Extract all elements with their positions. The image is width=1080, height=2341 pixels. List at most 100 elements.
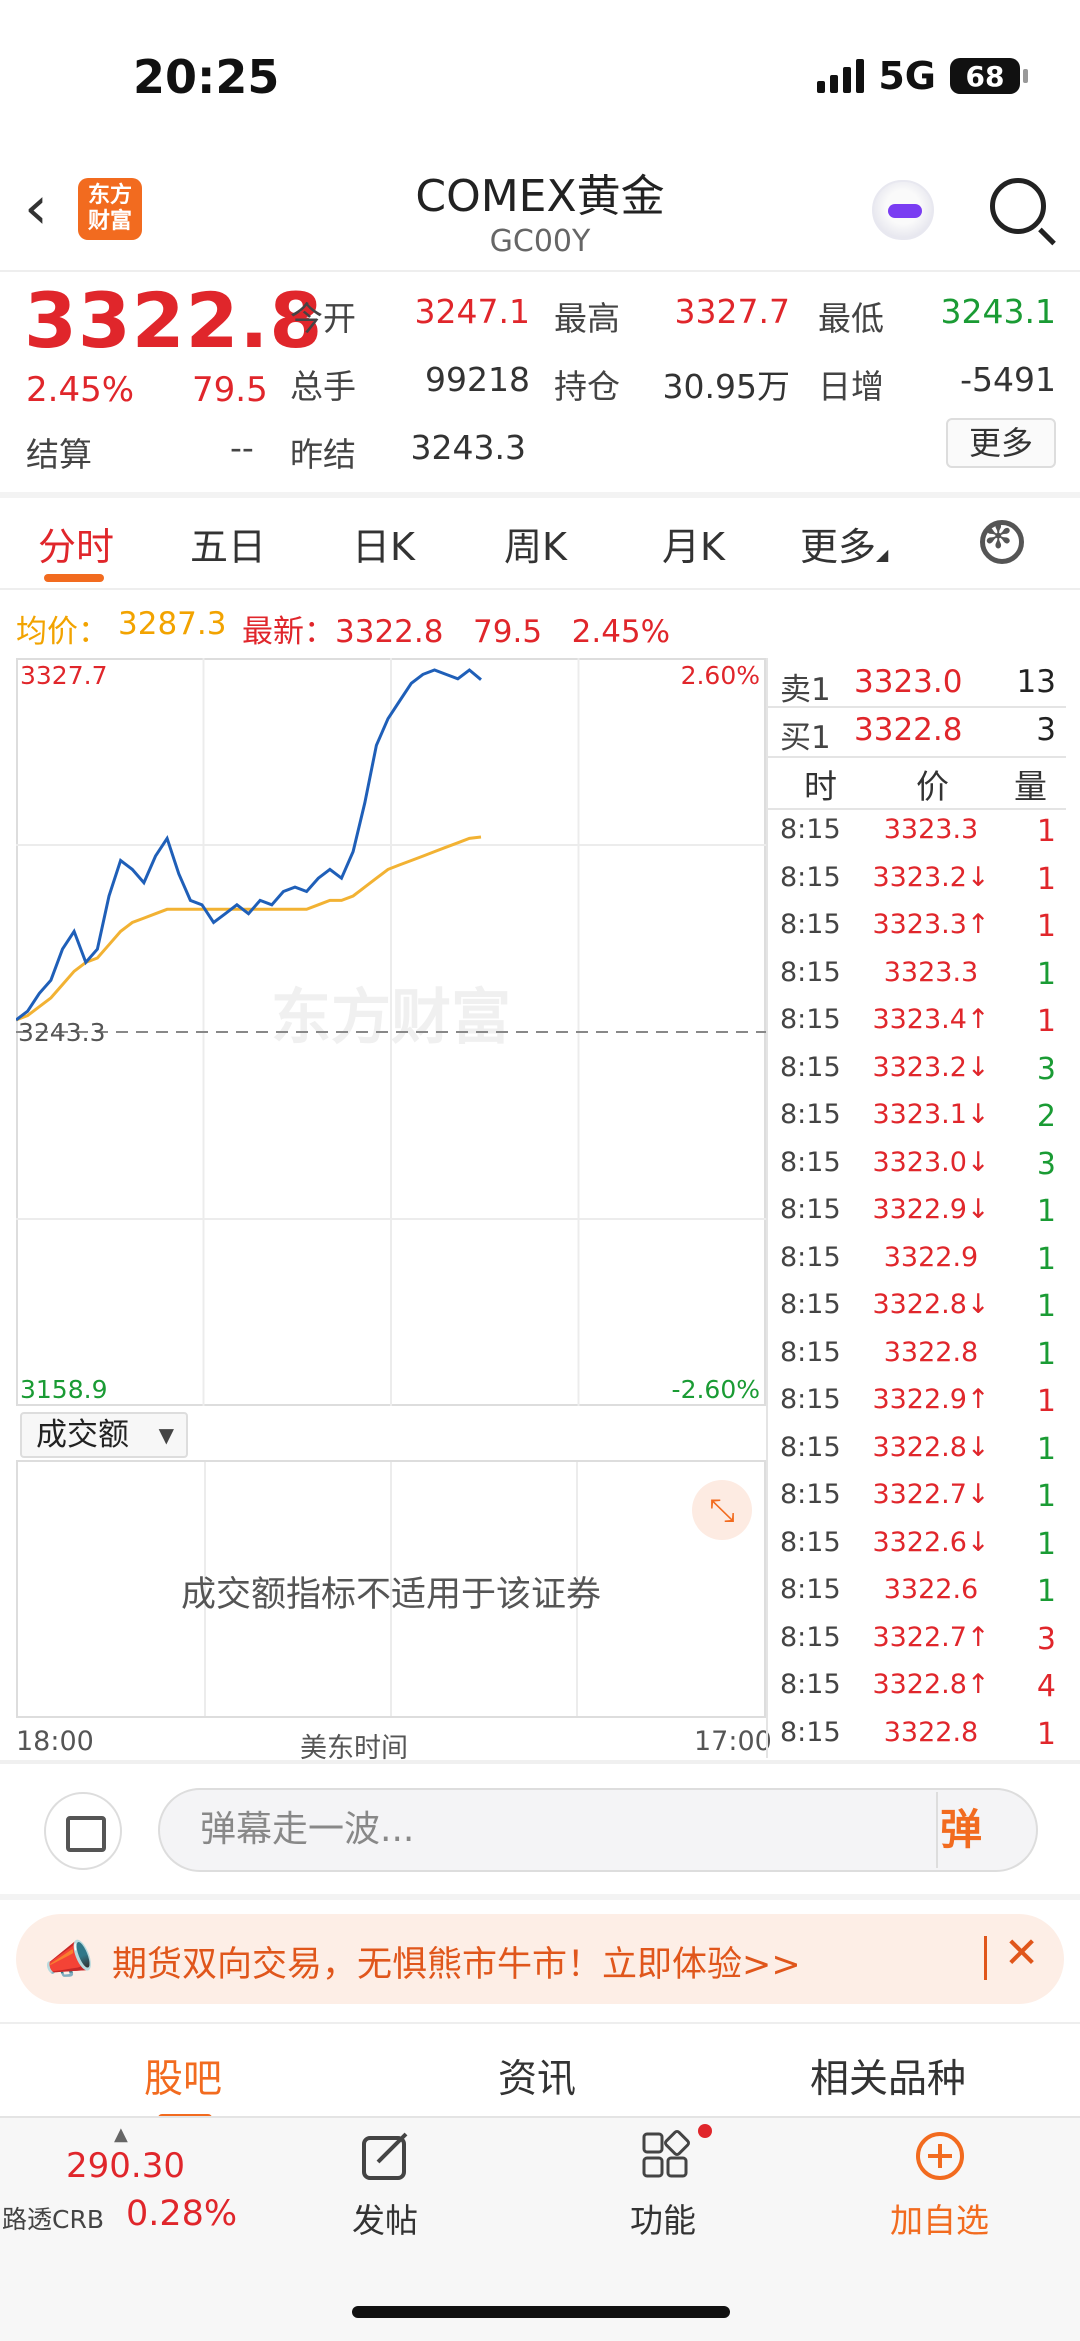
add-watchlist-label[interactable]: 加自选 (890, 2194, 989, 2242)
home-indicator[interactable] (352, 2306, 730, 2318)
tick-price: 3322.8 (883, 1716, 979, 1748)
ticks-header-volume: 量 (1014, 767, 1047, 806)
y-ref-label: 3243.3 (18, 1018, 105, 1047)
tick-price: 3323.1↓ (872, 1099, 990, 1130)
tick-row: 8:15 3323.3↑ 1 (766, 909, 1066, 956)
gear-icon[interactable] (980, 517, 1024, 564)
tick-row: 8:15 3323.0↓ 3 (766, 1147, 1066, 1194)
tick-row: 8:15 3322.7↓ 1 (766, 1479, 1066, 1526)
crb-percent[interactable]: 0.28% (126, 2194, 237, 2234)
tick-price: 3323.3 (883, 956, 979, 988)
y-top-label: 3327.7 (20, 661, 107, 690)
change-value: 79.5 (192, 370, 268, 410)
tab-five-day[interactable]: 五日 (190, 516, 266, 571)
notification-dot (698, 2124, 712, 2138)
tab-daily-k[interactable]: 日K (352, 516, 415, 571)
settle-label: 结算 (26, 435, 92, 474)
divider (0, 2022, 1080, 2024)
tab-related[interactable]: 相关品种 (810, 2048, 966, 2104)
chart-watermark: 东方财富 (271, 983, 511, 1053)
more-button[interactable]: 更多 (946, 418, 1056, 468)
avg-price-label: 均价： (16, 614, 109, 650)
functions-grid-icon[interactable] (640, 2130, 692, 2182)
tick-volume: 1 (1036, 1194, 1056, 1229)
tick-volume: 3 (1036, 1621, 1056, 1657)
tick-time: 8:15 (780, 956, 841, 988)
ask-label: 卖1 (780, 672, 831, 708)
divider (0, 588, 1080, 590)
tick-row: 8:15 3322.8↓ 1 (766, 1432, 1066, 1479)
tick-row: 8:15 3322.9↓ 1 (766, 1194, 1066, 1241)
tick-time: 8:15 (780, 1526, 841, 1558)
expand-icon[interactable]: ⤡ (692, 1480, 752, 1540)
tab-monthly-k[interactable]: 月K (662, 516, 725, 571)
post-edit-icon[interactable] (360, 2130, 412, 2182)
tick-row: 8:15 3322.6↓ 1 (766, 1527, 1066, 1574)
tick-price: 3322.8 (883, 1336, 979, 1368)
tick-price: 3322.7↑ (872, 1621, 990, 1653)
tick-volume: 1 (1036, 1289, 1056, 1324)
prev-settle-label: 昨结 (290, 435, 356, 474)
tick-volume: 1 (1036, 1336, 1056, 1372)
search-icon[interactable] (990, 178, 1046, 234)
tick-volume: 1 (1036, 1004, 1056, 1039)
assistant-robot-icon[interactable] (872, 180, 934, 240)
tab-intraday[interactable]: 分时 (38, 516, 114, 571)
tab-forum[interactable]: 股吧 (144, 2048, 222, 2104)
tick-row: 8:15 3322.8 1 (766, 1337, 1066, 1384)
chevron-down-icon: ▼ (158, 1423, 174, 1447)
volume-value: 99218 (425, 360, 530, 399)
indicator-select[interactable]: 成交额 ▼ (20, 1412, 188, 1458)
tab-weekly-k[interactable]: 周K (504, 516, 567, 571)
danmu-settings-icon[interactable] (44, 1792, 122, 1870)
tick-time: 8:15 (780, 861, 841, 893)
prev-settle-value: 3243.3 (410, 428, 526, 467)
crb-name[interactable]: 路透CRB (2, 2200, 104, 2236)
intraday-chart[interactable]: 东方财富 3327.7 2.60% 3243.3 3158.9 -2.60% (16, 658, 766, 1406)
post-button-label[interactable]: 发帖 (352, 2194, 418, 2242)
tick-time: 8:15 (780, 1669, 841, 1700)
tick-volume: 1 (1036, 814, 1056, 849)
tab-more[interactable]: 更多◢ (800, 516, 888, 571)
tick-row: 8:15 3323.2↓ 3 (766, 1052, 1066, 1099)
last-price: 3322.8 (24, 276, 324, 365)
high-value: 3327.7 (674, 292, 790, 331)
low-label: 最低 (818, 299, 884, 338)
tick-time: 8:15 (780, 814, 841, 845)
close-icon[interactable]: ✕ (1004, 1928, 1039, 1977)
tick-volume: 1 (1036, 1241, 1056, 1277)
latest-quote: 最新：3322.8 79.5 2.45% (242, 614, 671, 650)
divider (766, 706, 1066, 708)
tick-row: 8:15 3322.9 1 (766, 1242, 1066, 1289)
tick-volume: 4 (1036, 1669, 1056, 1704)
tick-price: 3323.0↓ (872, 1146, 990, 1178)
tick-time: 8:15 (780, 1146, 841, 1178)
avg-price-value: 3287.3 (118, 606, 227, 642)
status-time: 20:25 (133, 50, 280, 104)
open-value: 3247.1 (414, 292, 530, 331)
tick-row: 8:15 3322.8↓ 1 (766, 1289, 1066, 1336)
tab-news[interactable]: 资讯 (498, 2048, 576, 2104)
danmu-send-button[interactable]: 弹 (940, 1796, 982, 1857)
tick-row: 8:15 3323.3 1 (766, 957, 1066, 1004)
tick-price: 3323.2↓ (872, 861, 990, 893)
crb-value[interactable]: 290.30 (66, 2146, 185, 2186)
tick-price: 3322.6 (883, 1574, 979, 1605)
tick-price: 3322.9↓ (872, 1194, 990, 1225)
tick-volume: 1 (1036, 1716, 1056, 1752)
tick-time: 8:15 (780, 1241, 841, 1273)
functions-button-label[interactable]: 功能 (630, 2194, 696, 2242)
promo-text[interactable]: 期货双向交易，无惧熊市牛市！立即体验>> (112, 1936, 801, 1987)
tick-volume: 1 (1036, 861, 1056, 897)
divider (984, 1936, 987, 1980)
tick-time: 8:15 (780, 909, 841, 940)
tick-volume: 1 (1036, 956, 1056, 992)
danmu-input[interactable]: 弹幕走一波... (158, 1788, 1038, 1872)
network-type: 5G (878, 54, 936, 98)
tick-time: 8:15 (780, 1431, 841, 1463)
ask-price: 3323.0 (854, 664, 963, 700)
low-value: 3243.1 (940, 292, 1056, 331)
y-bottom-label: 3158.9 (20, 1375, 107, 1404)
divider (0, 1894, 1080, 1900)
add-watchlist-icon[interactable] (914, 2130, 966, 2182)
